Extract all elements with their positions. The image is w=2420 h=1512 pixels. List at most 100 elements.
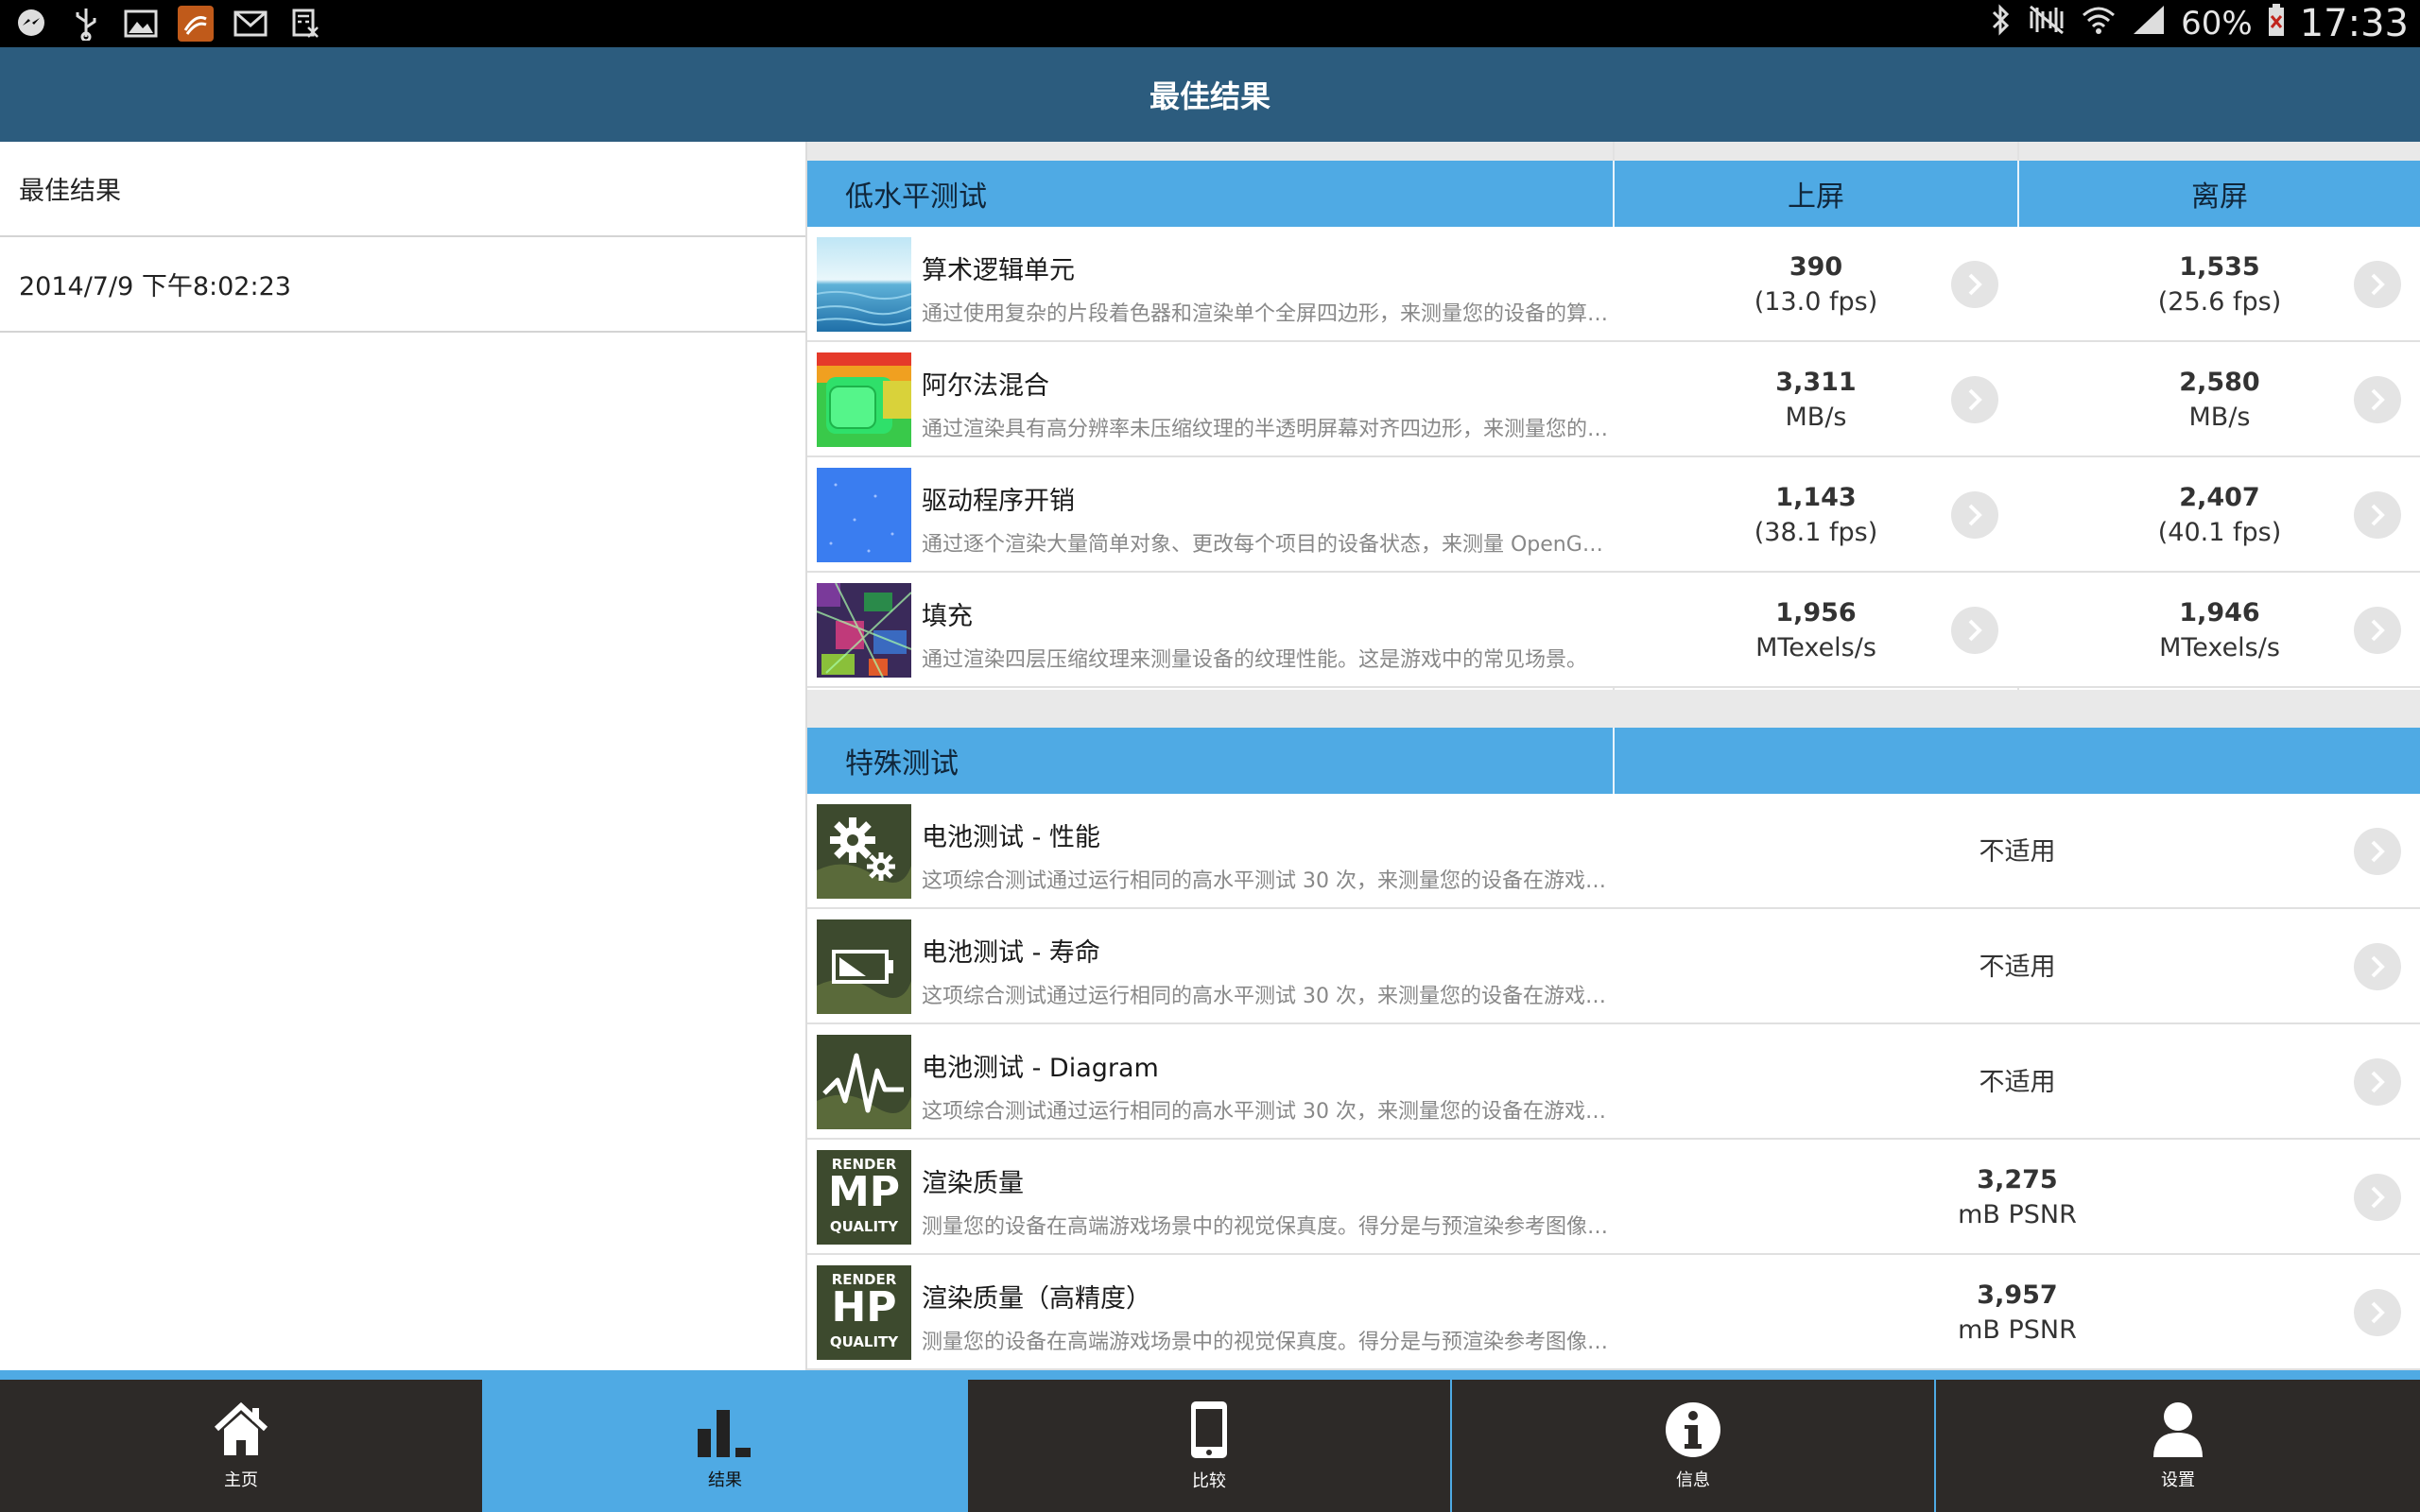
thumbnail-label: QUALITY [829,1333,899,1350]
chevron-right-icon[interactable] [2354,1289,2401,1336]
nav-accent [0,1370,2420,1380]
wifi-icon [2081,4,2117,44]
test-description: 通过使用复杂的片段着色器和渲染单个全屏四边形，来测量您的设备的算术逻辑单元性能。 [922,302,1612,326]
score-value: 不适用 [1979,952,2056,982]
render-quality-mp-thumbnail: RENDER MP QUALITY [817,1150,911,1245]
mail-icon [233,6,268,42]
test-description: 测量您的设备在高端游戏场景中的视觉保真度。得分是与预渲染参考图像比较的结果。 [922,1331,1612,1354]
thumbnail-label: QUALITY [829,1218,899,1235]
test-name: 电池测试 - Diagram [922,1054,1159,1083]
score-unit: (13.0 fps) [1754,287,1878,317]
test-description: 通过逐个渲染大量简单对象、更改每个项目的设备状态，来测量 OpenGL 驱动程序… [922,533,1612,557]
chevron-right-icon[interactable] [2354,607,2401,654]
user-icon [2152,1400,2204,1463]
gallery-icon [123,6,159,42]
table-row[interactable]: 填充 通过渲染四层压缩纹理来测量设备的纹理性能。这是游戏中的常见场景。 1,95… [807,573,2420,688]
score-value: 1,956 [1775,598,1857,627]
results-list: 最佳结果 2014/7/9 下午8:02:23 [0,142,807,1370]
score-value: 390 [1789,252,1843,282]
section-spacer [807,690,2420,728]
test-description: 通过渲染四层压缩纹理来测量设备的纹理性能。这是游戏中的常见场景。 [922,648,1588,672]
table-row[interactable]: RENDER MP QUALITY 渲染质量 测量您的设备在高端游戏场景中的视觉… [807,1140,2420,1255]
home-icon [213,1400,269,1463]
score-value: 3,957 [1977,1280,2058,1310]
section-title: 低水平测试 [845,180,987,214]
battery-icon [817,919,911,1014]
signal-icon [2132,4,2166,44]
nav-info[interactable]: 信息 [1452,1380,1934,1512]
score-value: 3,311 [1775,368,1857,397]
chevron-right-icon[interactable] [2354,376,2401,423]
section-title: 特殊测试 [845,747,959,781]
chevron-right-icon[interactable] [1951,376,1998,423]
info-icon [1664,1400,1722,1463]
score-unit: MTexels/s [2159,633,2280,662]
thumbnail-label: MP [827,1168,901,1216]
test-name: 电池测试 - 寿命 [922,938,1100,968]
test-name: 阿尔法混合 [922,371,1049,401]
list-item-best-results[interactable]: 最佳结果 [0,142,805,237]
driver-overhead-thumbnail [817,468,911,562]
chevron-right-icon[interactable] [2354,1058,2401,1106]
score-unit: (38.1 fps) [1754,518,1878,547]
thumbnail-label: HP [831,1283,897,1332]
score-unit: (40.1 fps) [2157,518,2282,547]
list-item-date[interactable]: 2014/7/9 下午8:02:23 [0,237,805,333]
mute-icon [2028,4,2066,44]
bar-chart-icon [696,1400,754,1463]
chevron-right-icon[interactable] [2354,1174,2401,1221]
table-row[interactable]: 阿尔法混合 通过渲染具有高分辨率未压缩纹理的半透明屏幕对齐四边形，来测量您的设备… [807,342,2420,457]
test-name: 填充 [922,602,973,631]
score-unit: MB/s [1785,403,1847,432]
nav-label: 设置 [2161,1470,2195,1490]
app-icon [178,6,214,42]
score-value: 不适用 [1979,1067,2056,1097]
test-score: 不适用 [1615,794,2420,909]
battery-percent: 60% [2181,5,2253,43]
test-description: 这项综合测试通过运行相同的高水平测试 30 次，来测量您的设备在游戏中的电池表现… [922,1100,1612,1124]
usb-icon [68,6,104,42]
table-row[interactable]: 电池测试 - Diagram 这项综合测试通过运行相同的高水平测试 30 次，来… [807,1024,2420,1140]
bluetooth-icon [1990,3,2013,45]
chevron-right-icon[interactable] [1951,491,1998,539]
chevron-right-icon[interactable] [2354,491,2401,539]
chevron-right-icon[interactable] [2354,943,2401,990]
test-score: 不适用 [1615,1024,2420,1140]
score-unit: (25.6 fps) [2157,287,2282,317]
score-value: 1,535 [2179,252,2260,282]
score-unit: MB/s [2188,403,2251,432]
section-header-special: 特殊测试 [807,728,2420,794]
table-row[interactable]: 电池测试 - 寿命 这项综合测试通过运行相同的高水平测试 30 次，来测量您的设… [807,909,2420,1024]
score-unit: mB PSNR [1958,1315,2077,1345]
nav-results[interactable]: 结果 [484,1380,966,1512]
test-description: 这项综合测试通过运行相同的高水平测试 30 次，来测量您的设备在游戏中的电池性能… [922,869,1612,893]
score-unit: mB PSNR [1958,1200,2077,1229]
test-score: 不适用 [1615,909,2420,1024]
bottom-nav: 主页 结果 比较 信息 设置 [0,1370,2420,1512]
list-item-label: 2014/7/9 下午8:02:23 [19,272,291,301]
nav-settings[interactable]: 设置 [1936,1380,2420,1512]
table-row[interactable]: 算术逻辑单元 通过使用复杂的片段着色器和渲染单个全屏四边形，来测量您的设备的算术… [807,227,2420,342]
page-title: 最佳结果 [1149,78,1270,114]
nav-home[interactable]: 主页 [0,1380,482,1512]
status-bar: 60% 17:33 [0,0,2420,47]
chevron-right-icon[interactable] [2354,261,2401,308]
gears-icon [817,804,911,899]
test-name: 电池测试 - 性能 [922,823,1100,852]
fill-thumbnail [817,583,911,678]
score-value: 1,143 [1775,483,1857,512]
test-name: 渲染质量 [922,1169,1024,1198]
nav-label: 信息 [1676,1470,1710,1490]
chevron-right-icon[interactable] [2354,828,2401,875]
score-value: 2,580 [2179,368,2260,397]
alpha-blending-thumbnail [817,352,911,447]
table-row[interactable]: 电池测试 - 性能 这项综合测试通过运行相同的高水平测试 30 次，来测量您的设… [807,794,2420,909]
test-description: 通过渲染具有高分辨率未压缩纹理的半透明屏幕对齐四边形，来测量您的设备的阿尔法混合… [922,418,1612,441]
table-row[interactable]: 驱动程序开销 通过逐个渲染大量简单对象、更改每个项目的设备状态，来测量 Open… [807,457,2420,573]
waveform-icon [817,1035,911,1129]
nav-compare[interactable]: 比较 [968,1380,1450,1512]
battery-icon [2268,3,2285,45]
table-row[interactable]: RENDER HP QUALITY 渲染质量（高精度） 测量您的设备在高端游戏场… [807,1255,2420,1370]
chevron-right-icon[interactable] [1951,607,1998,654]
chevron-right-icon[interactable] [1951,261,1998,308]
